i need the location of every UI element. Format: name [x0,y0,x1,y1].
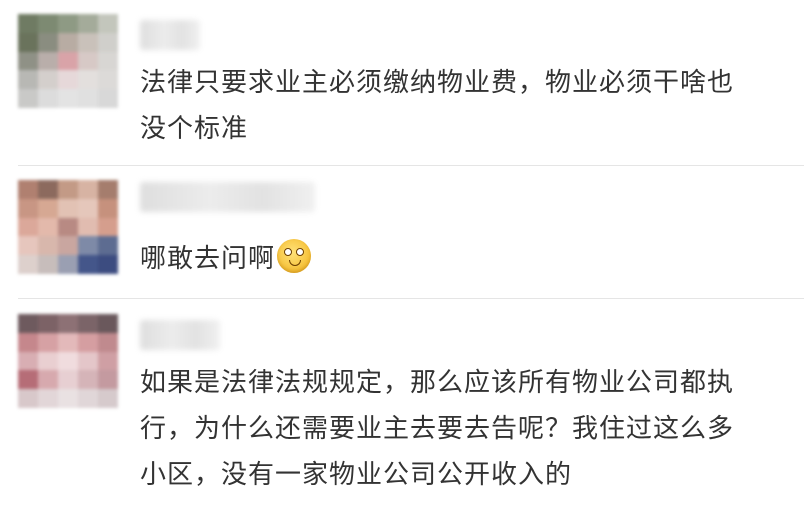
divider [18,165,804,166]
comment-item: 哪敢去问啊 [0,168,804,298]
username-blurred[interactable] [140,320,220,350]
comment-text-line: 法律只要求业主必须缴纳物业费，物业必须干啥也 [140,68,735,98]
comment-text: 哪敢去问啊 [140,236,770,282]
comment-item: 如果是法律法规规定，那么应该所有物业公司都执 行，为什么还需要业主去要去告呢？我… [0,300,804,510]
comment-text-line: 哪敢去问啊 [140,236,770,282]
comment-text-line: 没个标准 [140,114,249,144]
comment-text: 如果是法律法规规定，那么应该所有物业公司都执 行，为什么还需要业主去要去告呢？我… [140,360,770,498]
grimace-emoji-icon [277,239,312,273]
username-blurred[interactable] [140,20,200,50]
comment-text-line: 小区，没有一家物业公司公开收入的 [140,460,573,490]
avatar[interactable] [18,180,118,274]
avatar[interactable] [18,314,118,408]
divider [18,298,804,299]
comment-text-line: 行，为什么还需要业主去要去告呢？我住过这么多 [140,414,735,444]
avatar[interactable] [18,14,118,108]
username-blurred[interactable] [140,182,315,212]
comment-item: 法律只要求业主必须缴纳物业费，物业必须干啥也 没个标准 [0,0,804,162]
comment-text-line: 如果是法律法规规定，那么应该所有物业公司都执 [140,368,735,398]
comment-text: 法律只要求业主必须缴纳物业费，物业必须干啥也 没个标准 [140,60,770,152]
